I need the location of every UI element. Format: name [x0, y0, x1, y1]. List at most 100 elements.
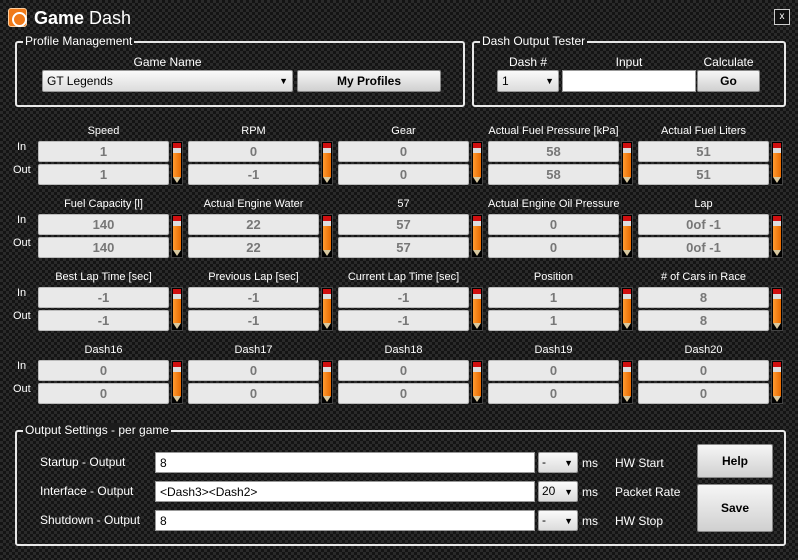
- dash-out-field[interactable]: 0: [488, 383, 619, 404]
- dash-out-field[interactable]: -1: [188, 310, 319, 331]
- output-value-input[interactable]: 8: [155, 452, 535, 473]
- dash-out-field[interactable]: 0: [38, 383, 169, 404]
- in-label: In: [17, 141, 27, 153]
- dash-in-field: 0of -1: [638, 214, 769, 235]
- out-label: Out: [13, 164, 31, 176]
- pencil-edit-icon[interactable]: [171, 360, 183, 404]
- ms-select[interactable]: 20 ▼: [538, 481, 578, 502]
- dash-label: Actual Engine Oil Pressure: [488, 198, 620, 210]
- dash-in-field: 0: [188, 360, 319, 381]
- dash-out-field[interactable]: 51: [638, 164, 769, 185]
- chevron-down-icon: ▼: [279, 76, 288, 86]
- pencil-edit-icon[interactable]: [321, 360, 333, 404]
- dash-out-field[interactable]: 0of -1: [638, 237, 769, 258]
- dash-label: Best Lap Time [sec]: [55, 271, 152, 283]
- game-name-select[interactable]: GT Legends ▼: [42, 70, 293, 92]
- dash-out-field[interactable]: 8: [638, 310, 769, 331]
- pencil-edit-icon[interactable]: [621, 287, 633, 331]
- chevron-down-icon: ▼: [564, 487, 573, 497]
- dash-in-field: 0: [338, 141, 469, 162]
- dash-out-field[interactable]: 0: [338, 383, 469, 404]
- output-right-label: HW Stop: [615, 514, 664, 528]
- app-logo-icon: [8, 8, 27, 27]
- dash-label: Actual Engine Water: [203, 198, 304, 210]
- dash-label: Position: [533, 271, 574, 283]
- dash-out-field[interactable]: 1: [38, 164, 169, 185]
- help-button[interactable]: Help: [697, 444, 773, 478]
- pencil-edit-icon[interactable]: [621, 360, 633, 404]
- pencil-edit-icon[interactable]: [471, 214, 483, 258]
- dash-out-field[interactable]: -1: [338, 310, 469, 331]
- pencil-edit-icon[interactable]: [771, 287, 783, 331]
- dash-out-field[interactable]: 0: [488, 237, 619, 258]
- out-label: Out: [13, 237, 31, 249]
- ms-unit: ms: [582, 514, 598, 528]
- dash-out-field[interactable]: 1: [488, 310, 619, 331]
- save-button[interactable]: Save: [697, 484, 773, 532]
- dash-in-field: 140: [38, 214, 169, 235]
- pencil-edit-icon[interactable]: [621, 214, 633, 258]
- pencil-edit-icon[interactable]: [471, 141, 483, 185]
- pencil-edit-icon[interactable]: [171, 287, 183, 331]
- dash-label: Fuel Capacity [l]: [64, 198, 143, 210]
- output-right-label: Packet Rate: [615, 485, 681, 499]
- dash-out-field[interactable]: -1: [188, 164, 319, 185]
- dash-in-field: 0: [188, 141, 319, 162]
- dash-out-field[interactable]: 58: [488, 164, 619, 185]
- dash-label: Dash18: [384, 344, 423, 356]
- ms-select[interactable]: - ▼: [538, 452, 578, 473]
- tester-group-label: Dash Output Tester: [480, 34, 588, 48]
- dash-in-field: 0: [338, 360, 469, 381]
- dash-number-label: Dash #: [508, 55, 548, 69]
- my-profiles-button[interactable]: My Profiles: [297, 70, 441, 92]
- dash-in-field: 0: [638, 360, 769, 381]
- pencil-edit-icon[interactable]: [771, 214, 783, 258]
- dash-out-field[interactable]: -1: [38, 310, 169, 331]
- input-label: Input: [615, 55, 643, 69]
- in-label: In: [17, 214, 27, 226]
- output-group-label: Output Settings - per game: [23, 423, 172, 437]
- dash-in-field: 0: [488, 214, 619, 235]
- dash-out-field[interactable]: 0: [338, 164, 469, 185]
- dash-in-field: 51: [638, 141, 769, 162]
- pencil-edit-icon[interactable]: [171, 141, 183, 185]
- dash-in-field: 22: [188, 214, 319, 235]
- pencil-edit-icon[interactable]: [321, 214, 333, 258]
- pencil-edit-icon[interactable]: [321, 141, 333, 185]
- dash-out-field[interactable]: 57: [338, 237, 469, 258]
- pencil-edit-icon[interactable]: [621, 141, 633, 185]
- ms-select[interactable]: - ▼: [538, 510, 578, 531]
- pencil-edit-icon[interactable]: [171, 214, 183, 258]
- dash-label: Previous Lap [sec]: [208, 271, 299, 283]
- go-button[interactable]: Go: [697, 70, 760, 92]
- dash-in-field: -1: [38, 287, 169, 308]
- pencil-edit-icon[interactable]: [471, 287, 483, 331]
- pencil-edit-icon[interactable]: [771, 360, 783, 404]
- tester-input[interactable]: [562, 70, 696, 92]
- dash-label: Gear: [391, 125, 416, 137]
- dash-in-field: -1: [188, 287, 319, 308]
- pencil-edit-icon[interactable]: [771, 141, 783, 185]
- output-value-input[interactable]: 8: [155, 510, 535, 531]
- pencil-edit-icon[interactable]: [321, 287, 333, 331]
- in-label: In: [17, 360, 27, 372]
- dash-label: RPM: [241, 125, 266, 137]
- dash-out-field[interactable]: 0: [638, 383, 769, 404]
- close-button[interactable]: x: [774, 9, 790, 25]
- output-value-input[interactable]: <Dash3><Dash2>: [155, 481, 535, 502]
- pencil-edit-icon[interactable]: [471, 360, 483, 404]
- dash-label: Dash16: [84, 344, 123, 356]
- dash-in-field: 0: [38, 360, 169, 381]
- dash-number-select[interactable]: 1 ▼: [497, 70, 559, 92]
- dash-in-field: -1: [338, 287, 469, 308]
- calculate-label: Calculate: [703, 55, 754, 69]
- in-label: In: [17, 287, 27, 299]
- dash-out-field[interactable]: 0: [188, 383, 319, 404]
- dash-out-field[interactable]: 22: [188, 237, 319, 258]
- dash-label: Lap: [694, 198, 713, 210]
- output-row-label: Interface - Output: [40, 484, 134, 498]
- dash-out-field[interactable]: 140: [38, 237, 169, 258]
- dash-label: Actual Fuel Pressure [kPa]: [488, 125, 619, 137]
- output-row-label: Shutdown - Output: [40, 513, 141, 527]
- app-title: Game Dash: [34, 8, 132, 28]
